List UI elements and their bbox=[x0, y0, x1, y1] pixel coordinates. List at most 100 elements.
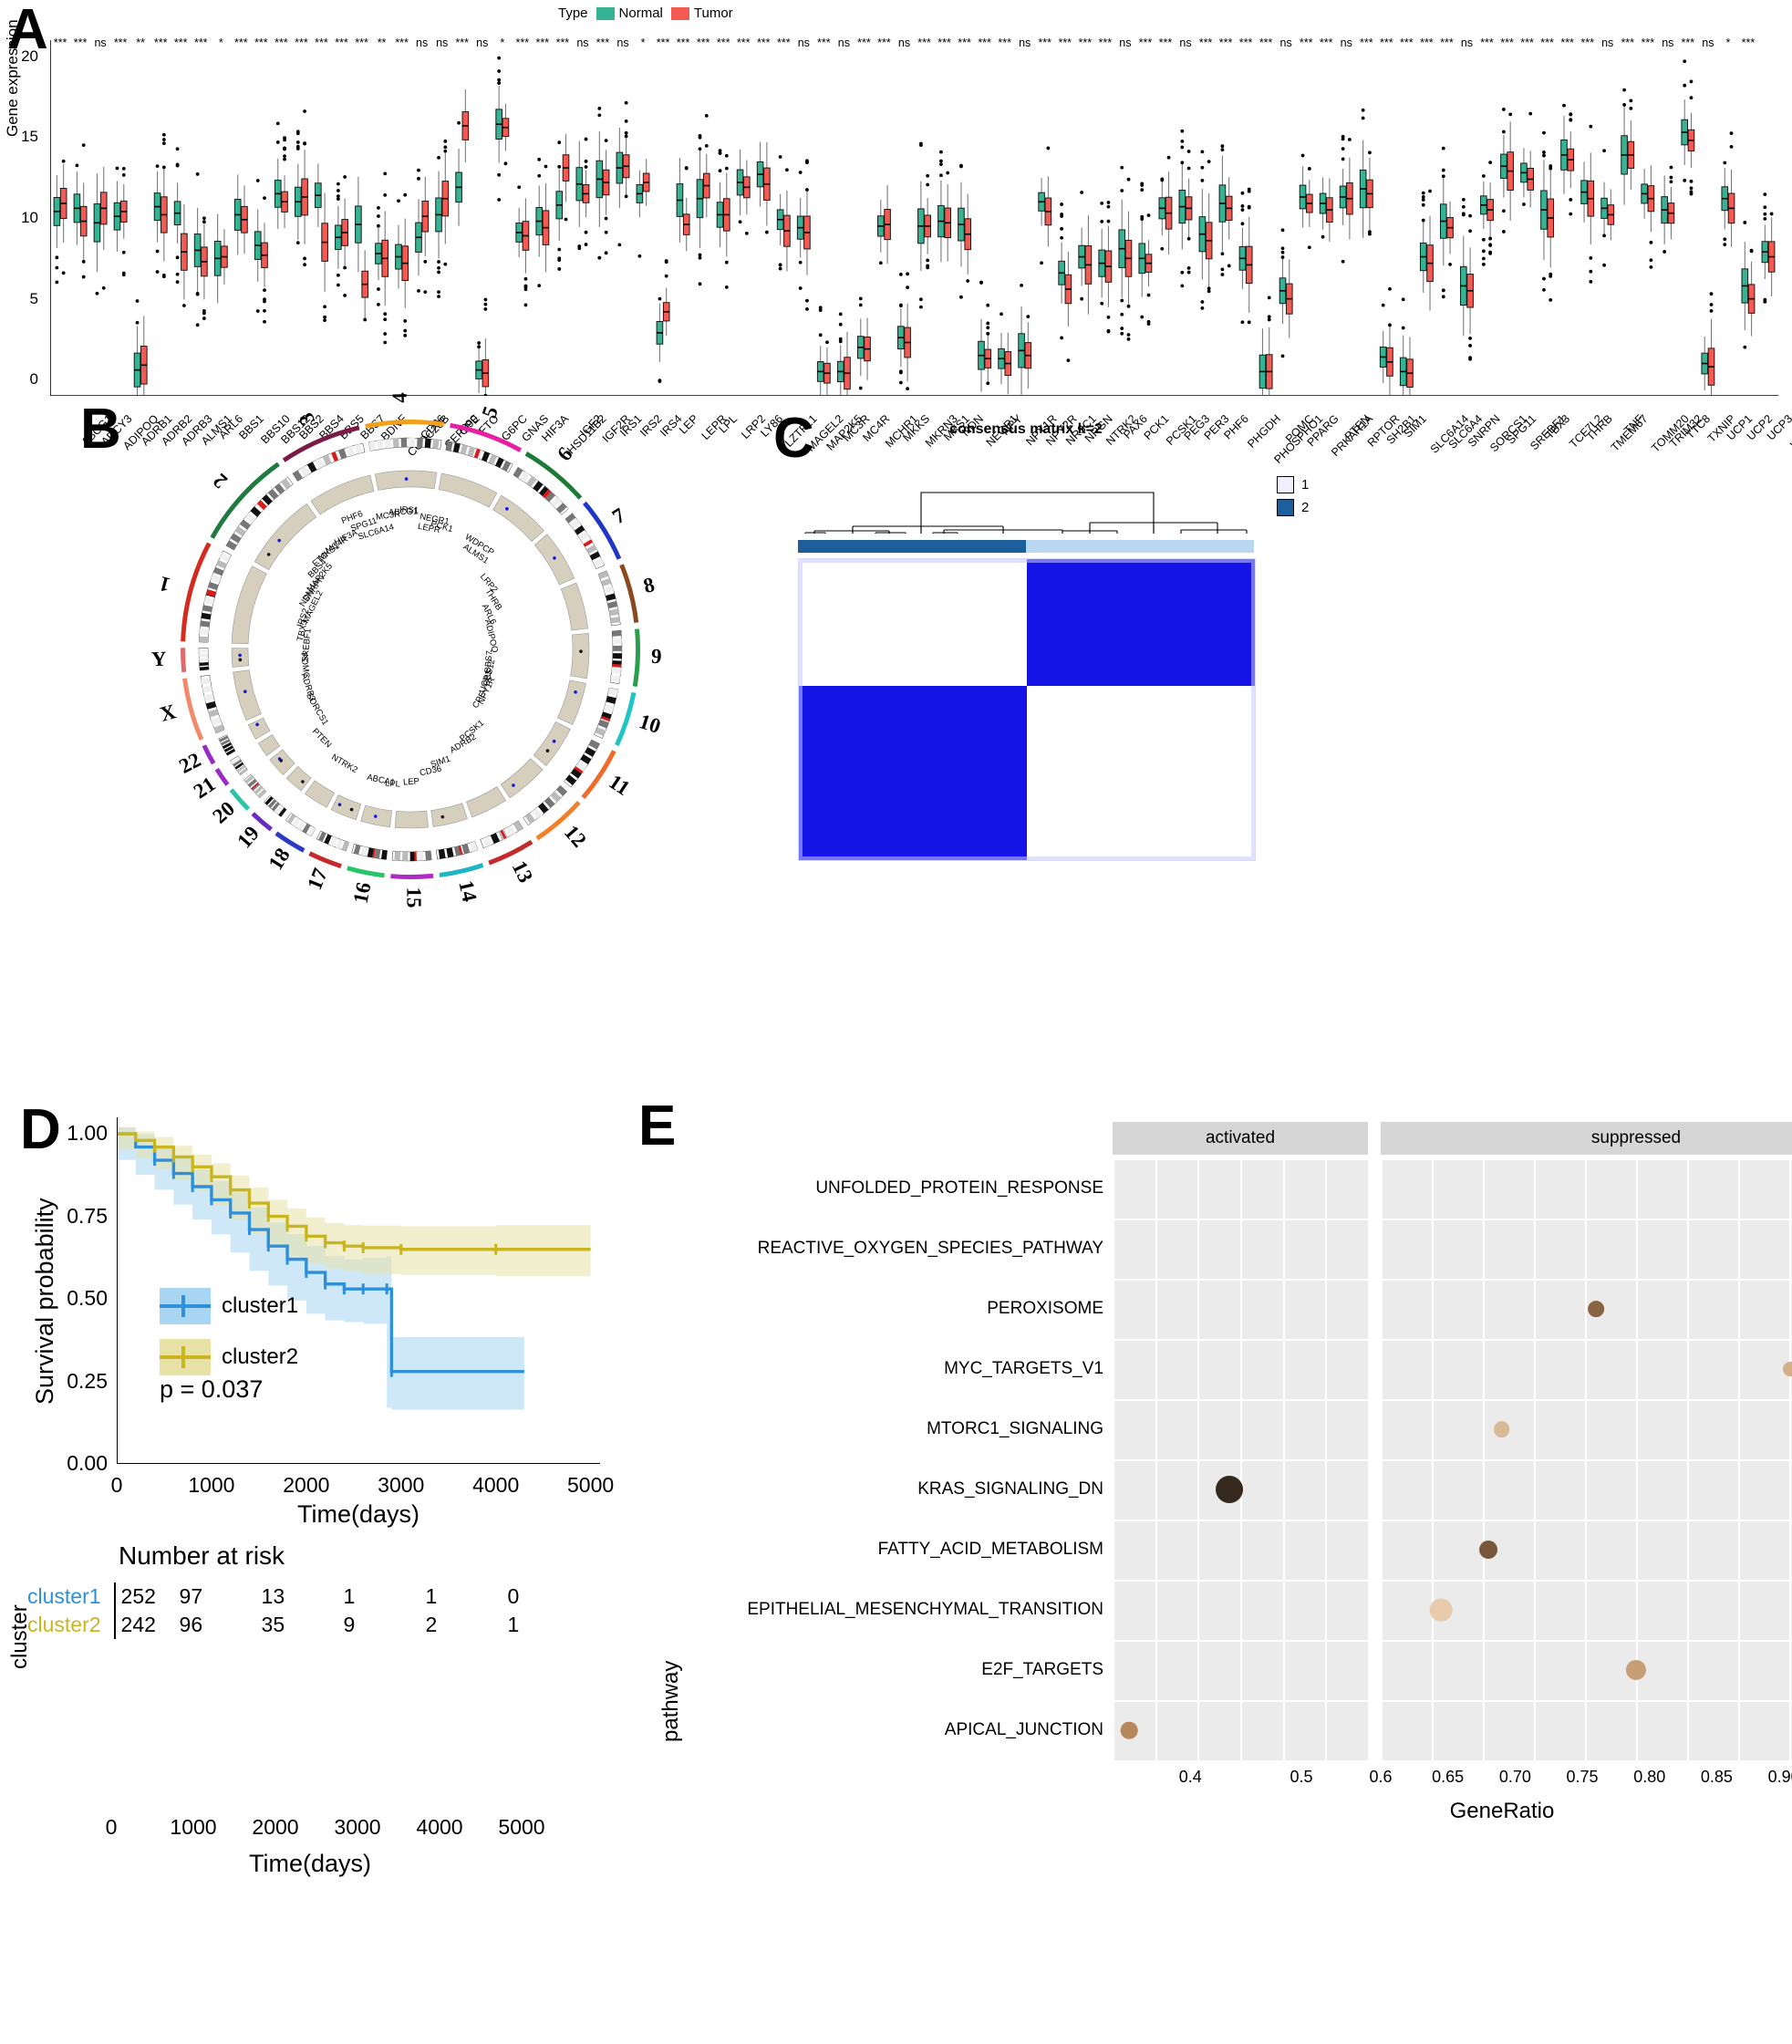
panel-a-significance: *** bbox=[1681, 36, 1695, 49]
consensus-dendrogram bbox=[804, 492, 1248, 534]
panel-d-y-tick: 0.50 bbox=[67, 1286, 108, 1311]
panel-a-significance: ns bbox=[1601, 36, 1614, 49]
panel-a-significance: *** bbox=[1158, 36, 1173, 49]
risk-cell: 1 bbox=[343, 1584, 356, 1608]
panel-e-x-tick: 0.80 bbox=[1633, 1768, 1666, 1786]
risk-row-label: cluster2 bbox=[27, 1613, 101, 1636]
facet-panel-suppressed bbox=[1381, 1158, 1792, 1762]
risk-table-x-label: Time(days) bbox=[248, 1850, 371, 1877]
circos-gene-label: IRS1 bbox=[399, 504, 420, 516]
risk-cell: 9 bbox=[343, 1613, 356, 1636]
panel-a-significance: *** bbox=[335, 36, 348, 49]
panel-a-significance: *** bbox=[1400, 36, 1414, 49]
panel-a-significance: *** bbox=[1319, 36, 1333, 49]
panel-a-gene-label: TBX3 bbox=[1542, 412, 1572, 442]
legend-title: Type bbox=[558, 5, 588, 21]
pathway-dot[interactable] bbox=[1120, 1721, 1138, 1739]
panel-a-significance: *** bbox=[1641, 36, 1655, 49]
facet-header-activated: activated bbox=[1113, 1122, 1368, 1155]
panel-a-y-axis-label: Gene expression bbox=[4, 19, 21, 137]
risk-row-label: cluster1 bbox=[27, 1584, 101, 1608]
panel-a-significance: *** bbox=[696, 36, 710, 49]
risk-table-row: cluster1 252 97 13 1 1 0 bbox=[27, 1582, 590, 1611]
panel-d-y-tick: 0.75 bbox=[67, 1203, 108, 1228]
panel-a-significance: ns bbox=[416, 36, 429, 49]
panel-a-y-tick: 15 bbox=[21, 128, 38, 146]
pathway-label: MYC_TARGETS_V1 bbox=[944, 1359, 1103, 1378]
panel-a-significance: *** bbox=[113, 36, 128, 49]
panel-d-y-tick: 0.00 bbox=[67, 1451, 108, 1475]
legend-label-tumor: Tumor bbox=[693, 5, 733, 21]
panel-a-significance: *** bbox=[173, 36, 188, 49]
annot-cluster-1 bbox=[1026, 540, 1254, 553]
panel-a-significance: *** bbox=[958, 36, 971, 49]
risk-table-title: Number at risk bbox=[119, 1541, 285, 1570]
pathway-dot[interactable] bbox=[1493, 1421, 1510, 1437]
chromosome-label: 4 bbox=[388, 392, 411, 404]
risk-cell: 242 bbox=[113, 1611, 180, 1639]
panel-e-label: E bbox=[638, 1095, 677, 1157]
panel-a-significance: *** bbox=[355, 36, 368, 49]
panel-a-significance: ns bbox=[1279, 36, 1292, 49]
risk-x-tick: 3000 bbox=[334, 1815, 381, 1839]
grid-line-v bbox=[1585, 1158, 1587, 1760]
grid-line-v bbox=[1282, 1158, 1285, 1760]
grid-line-v bbox=[1483, 1158, 1485, 1760]
risk-cell: 1 bbox=[507, 1613, 520, 1636]
matrix-border bbox=[799, 559, 1255, 860]
panel-e-x-tick: 0.6 bbox=[1369, 1768, 1393, 1786]
panel-a-significance: *** bbox=[1299, 36, 1313, 49]
panel-e-x-tick: 0.65 bbox=[1432, 1768, 1465, 1786]
risk-cell: 96 bbox=[179, 1613, 203, 1636]
panel-a-significance: *** bbox=[73, 36, 88, 49]
cluster-annotation-bar bbox=[798, 540, 1254, 553]
panel-a-significance: ns bbox=[837, 36, 850, 49]
panel-a-significance: ns bbox=[1702, 36, 1714, 49]
panel-e-x-tick: 0.5 bbox=[1290, 1768, 1313, 1786]
panel-a-y-tick: 5 bbox=[29, 289, 38, 307]
pathway-dot[interactable] bbox=[1783, 1362, 1792, 1376]
pathway-label: FATTY_ACID_METABOLISM bbox=[877, 1540, 1103, 1559]
km-p-value: p = 0.037 bbox=[160, 1375, 264, 1403]
pathway-dot[interactable] bbox=[1625, 1659, 1647, 1681]
grid-line-v bbox=[1381, 1158, 1383, 1760]
risk-x-tick: 1000 bbox=[170, 1815, 217, 1839]
pathway-dot[interactable] bbox=[1587, 1301, 1604, 1317]
panel-e-x-axis-label: GeneRatio bbox=[1449, 1799, 1555, 1823]
panel-a-significance: *** bbox=[1500, 36, 1514, 49]
grid-line-v bbox=[1789, 1158, 1791, 1760]
grid-line-v bbox=[1534, 1158, 1536, 1760]
km-legend-label-cluster2: cluster2 bbox=[222, 1344, 299, 1369]
legend-row-1: 1 bbox=[1277, 476, 1309, 493]
panel-a-significance: ns bbox=[1460, 36, 1474, 49]
pathway-dot[interactable] bbox=[1478, 1541, 1497, 1559]
panel-a-significance: *** bbox=[817, 36, 831, 49]
grid-line-h bbox=[1381, 1760, 1792, 1762]
panel-d-x-tick: 4000 bbox=[472, 1473, 520, 1497]
panel-e-x-tick: 0.75 bbox=[1566, 1768, 1599, 1786]
panel-c-legend: 1 2 bbox=[1277, 476, 1309, 522]
risk-x-tick: 2000 bbox=[252, 1815, 299, 1839]
grid-line-v bbox=[1432, 1158, 1434, 1760]
circos-gene-label: LEP bbox=[402, 776, 420, 788]
pathway-dot[interactable] bbox=[1429, 1598, 1453, 1622]
km-legend-label-cluster1: cluster1 bbox=[222, 1293, 299, 1318]
pathway-dot[interactable] bbox=[1215, 1476, 1243, 1503]
panel-e-x-tick: 0.4 bbox=[1178, 1768, 1202, 1786]
panel-a-significance: *** bbox=[1198, 36, 1213, 49]
risk-table-row: cluster2 242 96 35 9 2 1 bbox=[27, 1611, 590, 1639]
panel-a-significance: *** bbox=[917, 36, 931, 49]
panel-a-significance: *** bbox=[1038, 36, 1052, 49]
legend-label-cluster2: 2 bbox=[1301, 500, 1310, 515]
panel-a-significance: *** bbox=[756, 36, 771, 49]
panel-a-significance: *** bbox=[515, 36, 530, 49]
panel-a-significance: *** bbox=[978, 36, 991, 49]
panel-a-significance: ns bbox=[436, 36, 449, 49]
panel-a-significance: *** bbox=[53, 36, 67, 49]
panel-d-y-tick: 0.25 bbox=[67, 1368, 108, 1393]
panel-a-significance: ns bbox=[94, 36, 107, 49]
consensus-matrix-title: consensus matrix k=2 bbox=[949, 421, 1103, 437]
km-legend: cluster1 cluster2 bbox=[160, 1288, 298, 1375]
panel-a-y-tick: 10 bbox=[21, 209, 38, 226]
panel-a-significance: *** bbox=[1580, 36, 1594, 49]
